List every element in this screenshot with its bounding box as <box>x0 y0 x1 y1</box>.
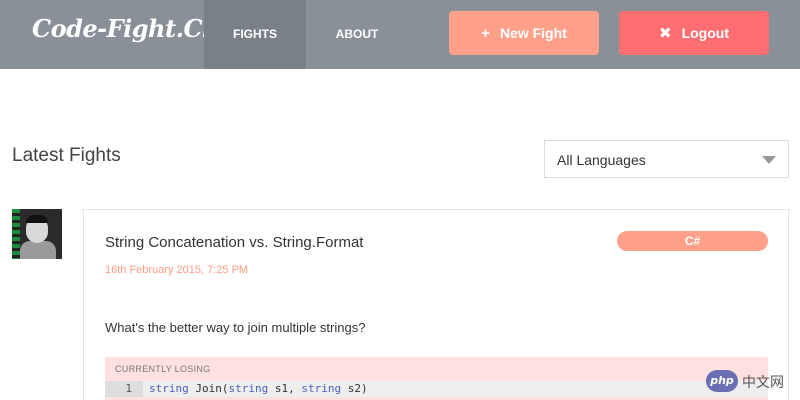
logout-button[interactable]: ✖ Logout <box>619 11 769 55</box>
avatar-body <box>20 241 56 259</box>
new-fight-button[interactable]: + New Fight <box>449 11 599 55</box>
watermark-text: 中文网 <box>742 374 784 390</box>
fight-title[interactable]: String Concatenation vs. String.Format <box>105 234 363 251</box>
avatar-hair <box>26 215 48 223</box>
fight-question: What's the better way to join multiple s… <box>105 320 366 335</box>
code-token: s1, <box>268 382 302 395</box>
code-keyword: string <box>301 382 342 395</box>
logout-label: Logout <box>681 25 729 41</box>
line-number: 1 <box>105 381 143 397</box>
new-fight-label: New Fight <box>499 25 567 41</box>
top-navbar: Code-Fight.Club FIGHTS ABOUT + New Fight… <box>0 0 800 69</box>
language-badge: C# <box>617 231 768 251</box>
code-line: 1 string Join(string s1, string s2) <box>105 381 768 397</box>
fight-date: 16th February 2015, 7:25 PM <box>105 264 249 276</box>
plus-icon: + <box>481 24 490 42</box>
nav-fights[interactable]: FIGHTS <box>204 0 306 69</box>
code-token: Join( <box>188 382 229 395</box>
language-select-value: All Languages <box>557 152 646 168</box>
status-label: CURRENTLY LOSING <box>115 364 211 374</box>
code-token: s2) <box>341 382 368 395</box>
watermark-logo: php <box>706 370 738 392</box>
fight-card: String Concatenation vs. String.Format C… <box>83 209 789 400</box>
code-text: string Join(string s1, string s2) <box>149 381 368 397</box>
nav-about[interactable]: ABOUT <box>306 0 408 69</box>
avatar[interactable] <box>12 209 62 259</box>
losing-snippet: CURRENTLY LOSING 1 string Join(string s1… <box>105 357 768 400</box>
language-select[interactable]: All Languages <box>544 140 789 178</box>
page-title: Latest Fights <box>12 145 121 166</box>
avatar-stripe <box>12 209 20 259</box>
chevron-down-icon <box>762 156 776 164</box>
code-keyword: string <box>228 382 269 395</box>
watermark: php 中文网 <box>706 370 796 394</box>
close-icon: ✖ <box>659 25 672 42</box>
code-keyword: string <box>149 382 189 395</box>
